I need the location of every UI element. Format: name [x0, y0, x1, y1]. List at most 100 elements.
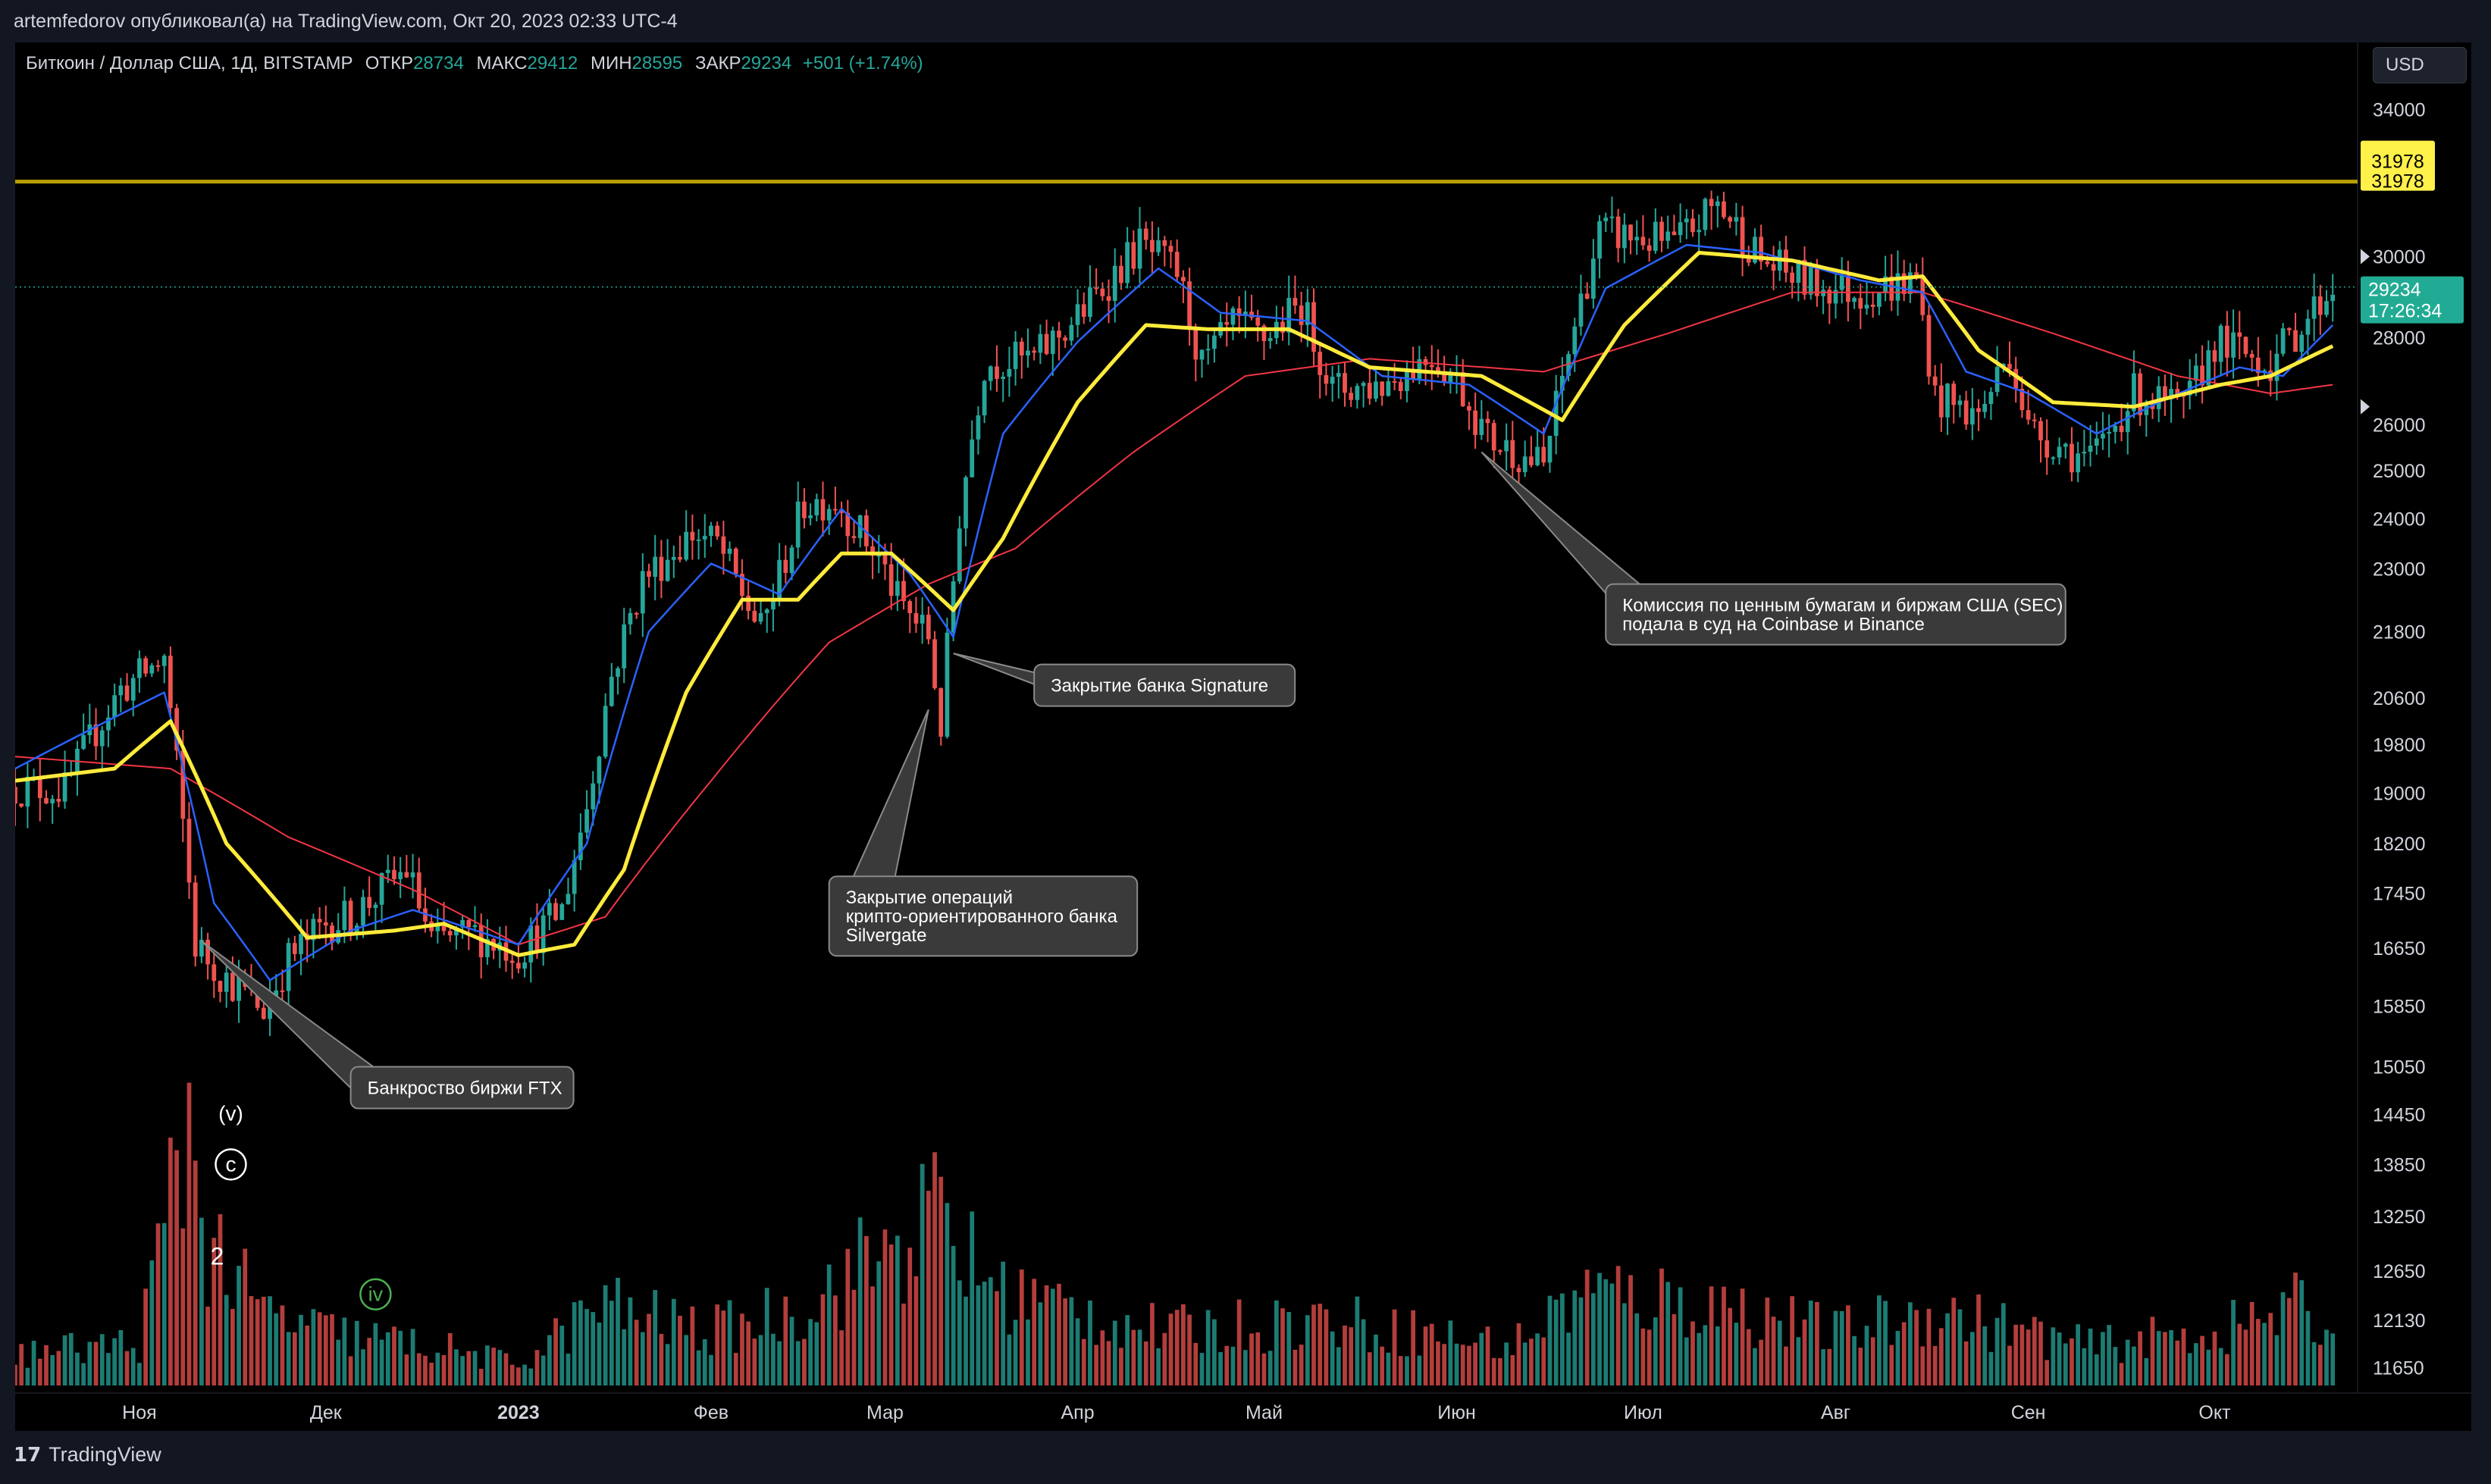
last-price-countdown: 17:26:34 [2368, 301, 2442, 322]
volume-bar [640, 1332, 645, 1385]
time-tick-label: Окт [2198, 1402, 2231, 1423]
volume-bar [1541, 1337, 1546, 1385]
price-tick-label: 19800 [2373, 734, 2426, 756]
volume-bar [1174, 1310, 1180, 1385]
volume-bar [2255, 1319, 2261, 1385]
volume-bar [845, 1248, 851, 1385]
candle-body [130, 678, 136, 701]
price-tick-label: 26000 [2373, 415, 2426, 436]
volume-bar [572, 1302, 577, 1385]
candle-body [882, 555, 888, 565]
candle-body [1590, 258, 1596, 299]
volume-bar [1374, 1334, 1378, 1385]
candle-body [709, 525, 713, 537]
currency-button[interactable]: USD [2373, 47, 2467, 83]
volume-bar [299, 1314, 303, 1385]
volume-bar [491, 1348, 496, 1385]
volume-bar [820, 1294, 826, 1385]
volume-bar [1603, 1279, 1609, 1385]
volume-bar [758, 1335, 763, 1385]
time-tick-label: Авг [1821, 1402, 1850, 1423]
volume-bar [2200, 1335, 2204, 1385]
candle-body [1267, 338, 1273, 341]
price-tick-label: 11650 [2373, 1357, 2424, 1379]
top-bar: artemfedorov опубликовал(а) на TradingVi… [0, 0, 2491, 42]
candle-body [1230, 308, 1236, 325]
volume-bar [1988, 1351, 1994, 1385]
chart-canvas[interactable]: 34000 30000 28000 26000 25000 24000 23000 21800… [15, 42, 2471, 1431]
candle-body [2070, 443, 2074, 473]
volume-bar [130, 1348, 136, 1385]
candle-body [1026, 350, 1030, 356]
candle-body [814, 499, 819, 515]
volume-bar [951, 1245, 956, 1385]
candle-body [1429, 365, 1434, 368]
volume-bar [653, 1290, 658, 1385]
last-price-badge: 2923417:26:34 [2361, 276, 2464, 324]
high-value: 29412 [527, 53, 578, 74]
last-price-badge-value: 29234 [2368, 280, 2421, 301]
candle-body [696, 539, 701, 541]
volume-bar [1137, 1329, 1142, 1385]
tradingview-logo[interactable]: 17 TradingView [14, 1443, 161, 1467]
volume-bar [1914, 1310, 1919, 1385]
volume-bar [1349, 1327, 1354, 1385]
volume-bar [1883, 1301, 1888, 1385]
volume-bar [2286, 1298, 2292, 1385]
candle-body [1839, 275, 1844, 290]
candle-body [528, 925, 534, 963]
plot-pane [15, 42, 2358, 1393]
volume-bar [702, 1339, 707, 1385]
volume-bar [1467, 1345, 1471, 1385]
volume-bar [466, 1351, 472, 1385]
volume-bar [2082, 1348, 2087, 1385]
candle-body [155, 665, 161, 667]
volume-bar [777, 1341, 782, 1385]
candle-body [2107, 431, 2112, 434]
volume-bar [2293, 1273, 2298, 1385]
candle-body [540, 915, 546, 953]
candle-body [1846, 275, 1850, 302]
volume-bar [970, 1211, 975, 1385]
high-label: МАКС [476, 53, 528, 74]
candle-body [2051, 457, 2056, 459]
candle-body [690, 531, 695, 541]
candle-body [218, 981, 223, 992]
candle-body [1771, 264, 1776, 271]
volume-bar [261, 1296, 266, 1385]
callout-text: Банкроство биржи FTX [368, 1079, 562, 1099]
volume-bar [1504, 1342, 1509, 1385]
symbol-name[interactable]: Биткоин / Доллар США, 1Д, BITSTAMP [26, 53, 352, 74]
volume-bar [1802, 1319, 1807, 1385]
volume-bar [622, 1329, 627, 1385]
volume-bar [2175, 1340, 2180, 1385]
chart-area[interactable]: 34000 30000 28000 26000 25000 24000 23000 21800… [15, 42, 2471, 1431]
candle-body [1336, 373, 1341, 377]
volume-bar [1199, 1353, 1205, 1385]
volume-bar [814, 1322, 819, 1385]
volume-bar [1311, 1304, 1316, 1385]
volume-bar [1181, 1304, 1186, 1385]
candle-body [597, 756, 602, 784]
candle-body [1007, 368, 1012, 377]
volume-bar [634, 1320, 639, 1385]
candle-body [224, 972, 229, 992]
volume-bar [1162, 1332, 1167, 1385]
candle-body [1119, 265, 1123, 283]
candle-body [1299, 305, 1304, 325]
candle-body [1597, 221, 1602, 259]
volume-bar [913, 1276, 919, 1385]
volume-bar [2268, 1313, 2273, 1385]
volume-bar [2317, 1345, 2323, 1385]
candle-body [1535, 446, 1540, 465]
volume-bar [839, 1330, 844, 1385]
candle-body [1398, 381, 1403, 391]
volume-bar [709, 1354, 713, 1385]
candle-body [1584, 293, 1590, 299]
volume-bar [1305, 1315, 1310, 1385]
volume-bar [789, 1317, 794, 1385]
candle-body [2101, 434, 2105, 439]
volume-bar [149, 1260, 155, 1385]
volume-bar [1777, 1320, 1782, 1385]
volume-bar [497, 1350, 503, 1385]
